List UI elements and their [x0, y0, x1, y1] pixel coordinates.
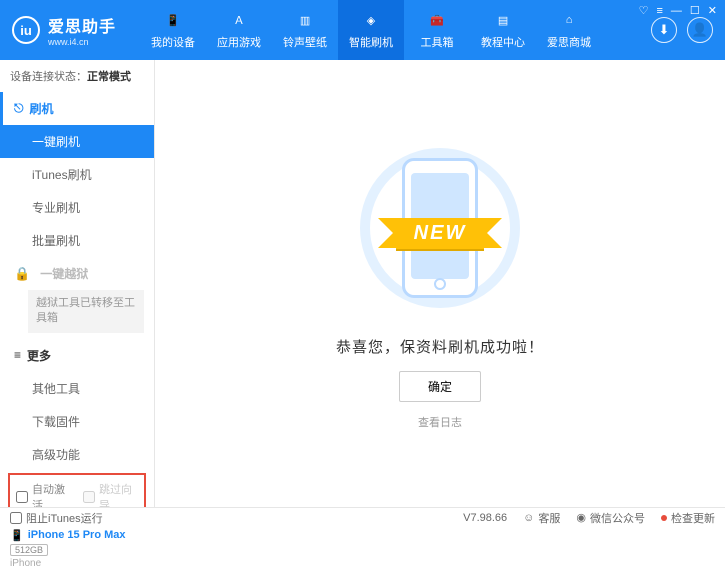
- nav-my-device[interactable]: 📱我的设备: [140, 0, 206, 60]
- customer-service-link[interactable]: ☺客服: [523, 510, 560, 526]
- app-url: www.i4.cn: [48, 37, 116, 47]
- image-icon: ▥: [295, 10, 315, 30]
- more-icon: ≡: [14, 348, 21, 362]
- gift-icon[interactable]: ♡: [639, 4, 649, 17]
- block-itunes-checkbox[interactable]: 阻止iTunes运行: [10, 510, 103, 526]
- logo: iu 爱思助手 www.i4.cn: [12, 13, 116, 47]
- menu-icon[interactable]: ≡: [656, 5, 662, 17]
- device-type: iPhone: [10, 558, 144, 569]
- sidebar-item-batch[interactable]: 批量刷机: [0, 224, 154, 257]
- logo-icon: iu: [12, 16, 40, 44]
- device-icon: 📱: [10, 529, 24, 542]
- lock-icon: 🔒: [14, 266, 30, 282]
- phone-icon: 📱: [163, 10, 183, 30]
- section-jailbreak: 🔒一键越狱: [0, 257, 154, 290]
- section-flash[interactable]: ⎋刷机: [0, 92, 154, 125]
- nav-apps[interactable]: Ａ应用游戏: [206, 0, 272, 60]
- device-info: 📱iPhone 15 Pro Max 512GB iPhone: [0, 523, 154, 575]
- nav-toolbox[interactable]: 🧰工具箱: [404, 0, 470, 60]
- update-dot-icon: [661, 515, 667, 521]
- new-ribbon: NEW: [396, 218, 485, 249]
- wechat-icon: ◉: [576, 511, 586, 524]
- sidebar-item-pro[interactable]: 专业刷机: [0, 191, 154, 224]
- footer: 阻止iTunes运行 V7.98.66 ☺客服 ◉微信公众号 检查更新: [0, 507, 725, 527]
- apps-icon: Ａ: [229, 10, 249, 30]
- wechat-link[interactable]: ◉微信公众号: [576, 510, 645, 526]
- check-update-link[interactable]: 检查更新: [661, 510, 715, 526]
- mall-icon: ⌂: [559, 10, 579, 30]
- service-icon: ☺: [523, 512, 534, 524]
- nav-mall[interactable]: ⌂爱思商城: [536, 0, 602, 60]
- sidebar: 设备连接状态：正常模式 ⎋刷机 一键刷机 iTunes刷机 专业刷机 批量刷机 …: [0, 60, 155, 507]
- flash-section-icon: ⎋: [14, 101, 24, 116]
- success-illustration: NEW: [350, 138, 530, 318]
- nav-ringtone[interactable]: ▥铃声壁纸: [272, 0, 338, 60]
- jailbreak-note: 越狱工具已转移至工具箱: [28, 290, 144, 333]
- storage-badge: 512GB: [10, 544, 48, 556]
- toolbox-icon: 🧰: [427, 10, 447, 30]
- titlebar: iu 爱思助手 www.i4.cn 📱我的设备 Ａ应用游戏 ▥铃声壁纸 ◈智能刷…: [0, 0, 725, 60]
- book-icon: ▤: [493, 10, 513, 30]
- view-log-link[interactable]: 查看日志: [418, 414, 462, 430]
- section-more[interactable]: ≡更多: [0, 339, 154, 372]
- close-icon[interactable]: ✕: [708, 4, 717, 17]
- app-name: 爱思助手: [48, 13, 116, 37]
- max-icon[interactable]: ☐: [690, 4, 700, 17]
- connect-status: 设备连接状态：正常模式: [0, 60, 154, 92]
- top-nav: 📱我的设备 Ａ应用游戏 ▥铃声壁纸 ◈智能刷机 🧰工具箱 ▤教程中心 ⌂爱思商城: [140, 0, 602, 60]
- version-label: V7.98.66: [463, 512, 507, 524]
- min-icon[interactable]: —: [671, 5, 682, 17]
- sidebar-item-itunes[interactable]: iTunes刷机: [0, 158, 154, 191]
- download-button[interactable]: ⬇: [651, 17, 677, 43]
- device-name[interactable]: 📱iPhone 15 Pro Max: [10, 529, 144, 542]
- sidebar-item-advanced[interactable]: 高级功能: [0, 438, 154, 471]
- sidebar-item-onekey[interactable]: 一键刷机: [0, 125, 154, 158]
- ok-button[interactable]: 确定: [399, 371, 481, 402]
- nav-tutorial[interactable]: ▤教程中心: [470, 0, 536, 60]
- sidebar-item-other[interactable]: 其他工具: [0, 372, 154, 405]
- flash-icon: ◈: [361, 10, 381, 30]
- main-content: NEW 恭喜您，保资料刷机成功啦！ 确定 查看日志: [155, 60, 725, 507]
- sidebar-item-download[interactable]: 下载固件: [0, 405, 154, 438]
- success-message: 恭喜您，保资料刷机成功啦！: [336, 336, 544, 357]
- window-controls: ♡ ≡ — ☐ ✕: [639, 4, 717, 17]
- nav-flash[interactable]: ◈智能刷机: [338, 0, 404, 60]
- user-button[interactable]: 👤: [687, 17, 713, 43]
